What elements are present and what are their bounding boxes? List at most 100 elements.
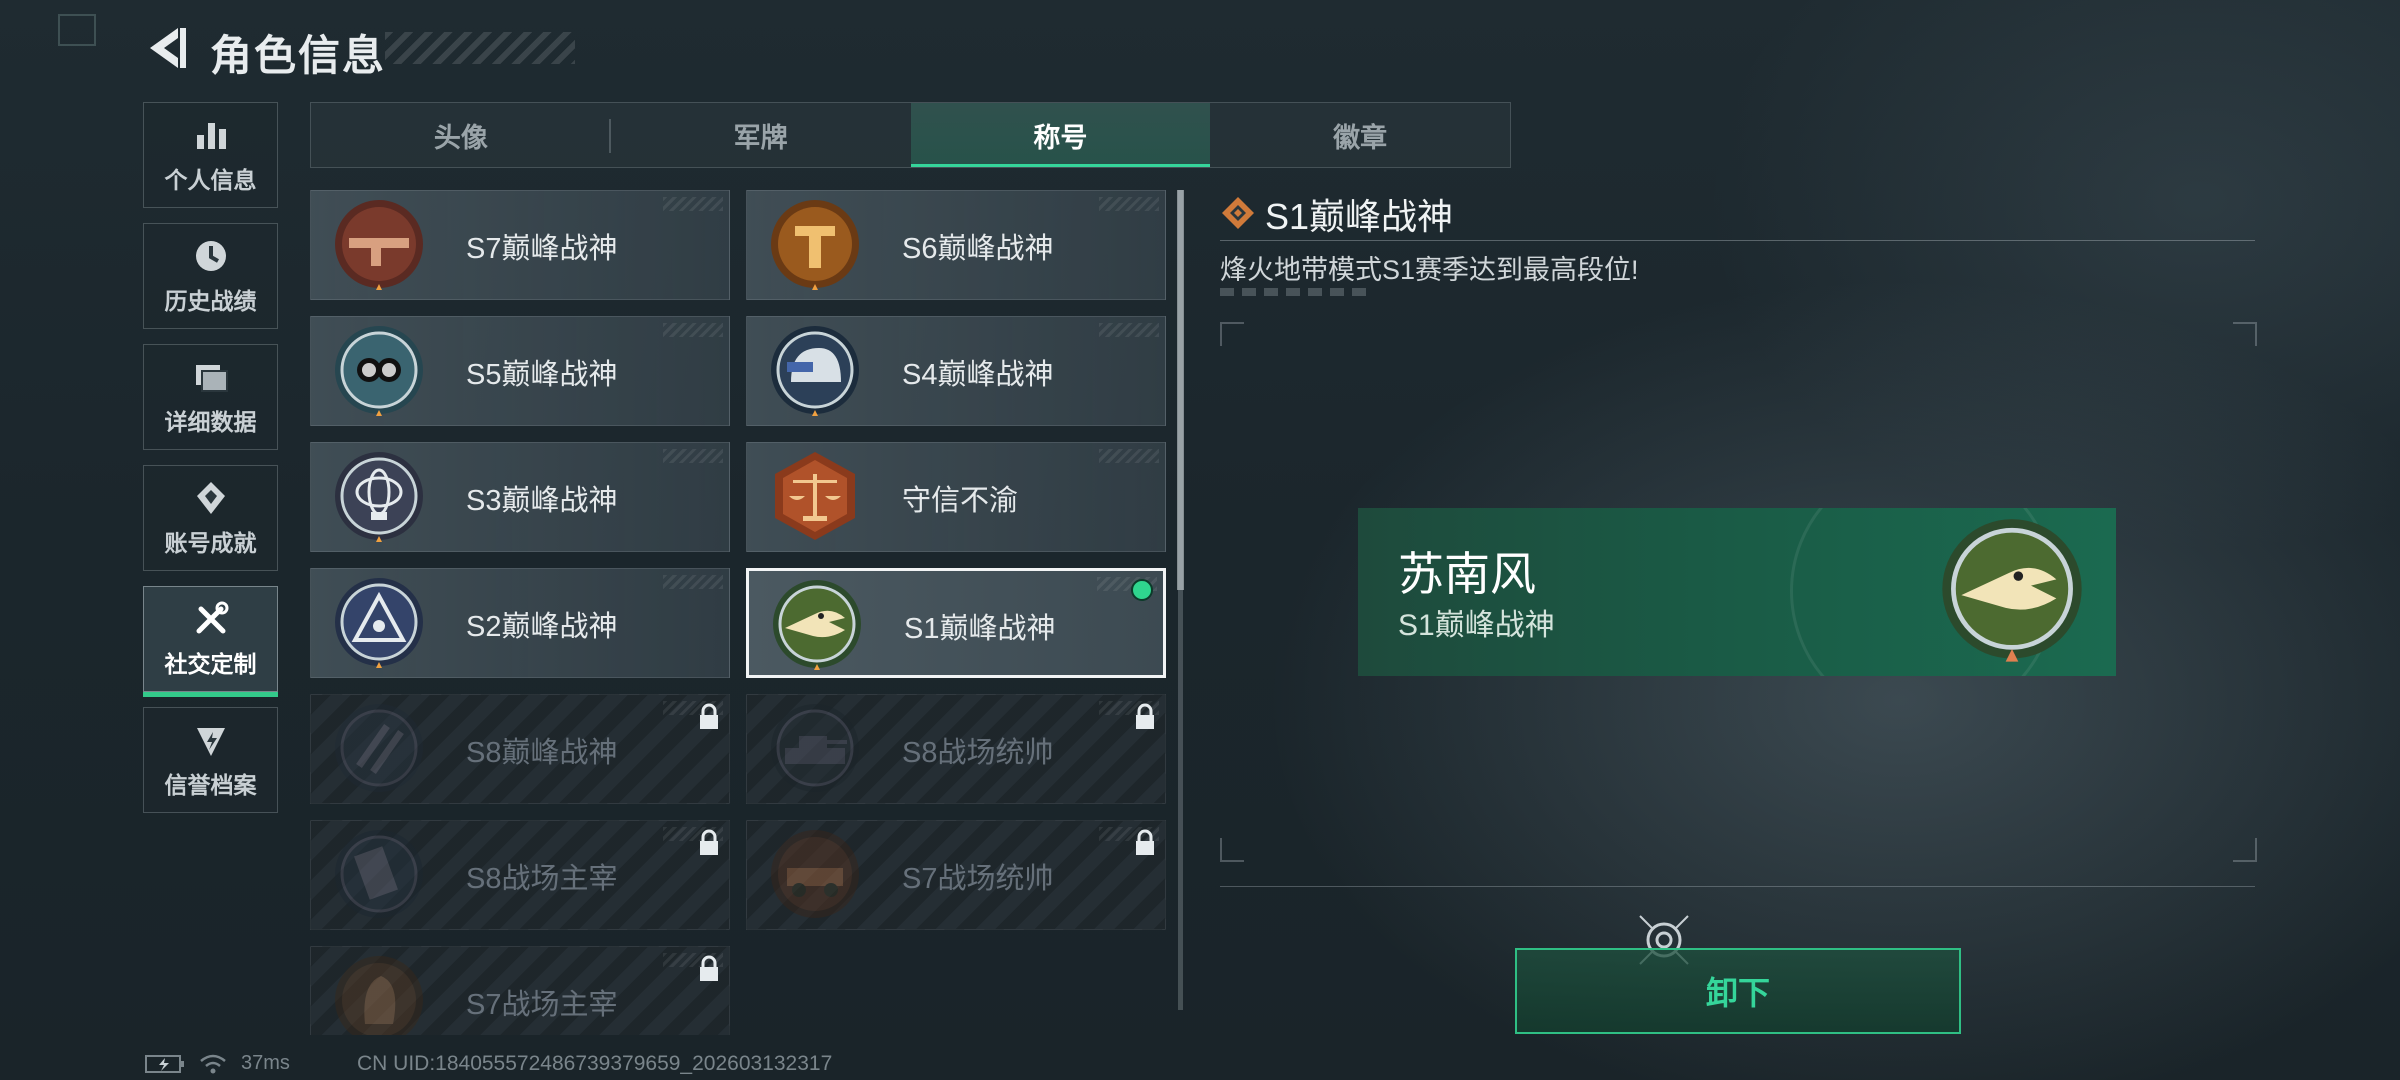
tab-dogtag[interactable]: 军牌 bbox=[611, 103, 911, 167]
triangle-emblem-icon bbox=[335, 578, 423, 668]
building-emblem-icon bbox=[335, 830, 423, 918]
preview-title: S1巅峰战神 bbox=[1398, 609, 1555, 642]
lock-icon bbox=[700, 955, 718, 981]
helmet-emblem-icon bbox=[771, 326, 859, 416]
detail-decoration bbox=[1220, 288, 1370, 296]
player-name: 苏南风 bbox=[1398, 548, 1536, 600]
divider bbox=[1220, 240, 2255, 241]
lock-icon bbox=[1136, 703, 1154, 729]
nav-item-detailed-data[interactable]: 详细数据 bbox=[143, 344, 278, 450]
title-label: S5巅峰战神 bbox=[466, 359, 618, 391]
title-label: S3巅峰战神 bbox=[466, 485, 618, 517]
diamond-icon bbox=[1222, 197, 1254, 229]
divider bbox=[1220, 886, 2255, 887]
diving-mask-emblem-icon bbox=[335, 326, 423, 416]
ping-value: 37ms bbox=[241, 1052, 290, 1074]
nav-label: 社交定制 bbox=[164, 651, 257, 677]
tab-label: 徽章 bbox=[1333, 122, 1388, 153]
title-card-selected[interactable]: S1巅峰战神 bbox=[746, 568, 1166, 678]
tab-label: 头像 bbox=[433, 122, 488, 153]
title-card-locked[interactable]: S7战场统帅 bbox=[746, 820, 1166, 930]
title-card-locked[interactable]: S8战场主宰 bbox=[310, 820, 730, 930]
tools-icon bbox=[196, 601, 228, 634]
title-card-locked[interactable]: S7战场主宰 bbox=[310, 946, 730, 1035]
soldier-emblem-icon bbox=[335, 956, 423, 1035]
title-label: S7战场主宰 bbox=[466, 989, 618, 1021]
frame-corner bbox=[1220, 322, 1244, 346]
crocodile-emblem-icon bbox=[1942, 519, 2082, 662]
title-label: S8战场统帅 bbox=[902, 737, 1054, 769]
user-uid: CN UID:18405557248673937965​9_2026031323… bbox=[357, 1052, 833, 1075]
title-label: S1巅峰战神 bbox=[904, 613, 1056, 645]
title-decoration bbox=[385, 32, 575, 64]
title-card-locked[interactable]: S8巅峰战神 bbox=[310, 694, 730, 804]
title-card[interactable]: S7巅峰战神 bbox=[310, 190, 730, 300]
title-label: S7战场统帅 bbox=[902, 863, 1054, 895]
corner-decoration bbox=[58, 14, 96, 46]
armillary-emblem-icon bbox=[335, 452, 423, 542]
tab-title[interactable]: 称号 bbox=[910, 103, 1211, 167]
detail-description: 烽火地带模式S1赛季达到最高段位! bbox=[1220, 255, 1639, 285]
scrollbar-thumb[interactable] bbox=[1177, 190, 1184, 590]
title-grid: S7巅峰战神 S6巅峰战神 S5巅峰战神 S4巅峰战神 S3巅峰战神 守信不渝 … bbox=[310, 190, 1166, 1035]
credit-badge-icon bbox=[196, 728, 225, 756]
nav-item-personal-info[interactable]: 个人信息 bbox=[143, 102, 278, 208]
tab-bar: 头像 军牌 称号 徽章 bbox=[310, 102, 1511, 168]
title-card[interactable]: S5巅峰战神 bbox=[310, 316, 730, 426]
title-card[interactable]: S3巅峰战神 bbox=[310, 442, 730, 552]
slash-emblem-icon bbox=[335, 704, 423, 792]
back-arrow-icon bbox=[150, 28, 186, 68]
nav-label: 信誉档案 bbox=[164, 772, 257, 798]
vehicle-emblem-icon bbox=[771, 830, 859, 918]
nav-item-credit[interactable]: 信誉档案 bbox=[143, 707, 278, 813]
title-label: S2巅峰战神 bbox=[466, 611, 618, 643]
lock-icon bbox=[700, 829, 718, 855]
tab-label: 军牌 bbox=[733, 122, 788, 153]
history-clock-icon bbox=[195, 241, 226, 271]
tank-emblem-icon bbox=[771, 704, 859, 792]
title-label: S7巅峰战神 bbox=[466, 233, 618, 265]
title-label: S4巅峰战神 bbox=[902, 359, 1054, 391]
t-shield-emblem-icon bbox=[771, 200, 859, 290]
nav-label: 历史战绩 bbox=[164, 288, 257, 314]
nav-item-achievements[interactable]: 账号成就 bbox=[143, 465, 278, 571]
nav-item-history[interactable]: 历史战绩 bbox=[143, 223, 278, 329]
scales-emblem-icon bbox=[775, 452, 855, 540]
title-preview-card: 苏南风 S1巅峰战神 bbox=[1358, 508, 2116, 676]
wifi-icon bbox=[200, 1054, 226, 1073]
title-card[interactable]: S2巅峰战神 bbox=[310, 568, 730, 678]
tab-label: 称号 bbox=[1033, 122, 1088, 153]
folder-icon bbox=[195, 365, 228, 392]
page-title: 角色信息 bbox=[210, 32, 387, 79]
achievement-icon bbox=[196, 482, 225, 514]
side-nav: 个人信息 历史战绩 详细数据 账号成就 社交定制 信誉档案 bbox=[143, 102, 280, 828]
bar-chart-icon bbox=[196, 123, 226, 149]
title-card[interactable]: 守信不渝 bbox=[746, 442, 1166, 552]
nav-label: 详细数据 bbox=[164, 409, 257, 435]
frame-corner bbox=[1220, 838, 1244, 862]
weapon-emblem-icon bbox=[335, 200, 423, 290]
nav-label: 账号成就 bbox=[164, 530, 257, 556]
status-bar: 37ms bbox=[145, 1052, 290, 1075]
lock-icon bbox=[1136, 829, 1154, 855]
battery-icon bbox=[145, 1054, 184, 1073]
crocodile-emblem-icon bbox=[773, 580, 861, 670]
lock-icon bbox=[700, 703, 718, 729]
frame-corner bbox=[2233, 838, 2257, 862]
nav-label: 个人信息 bbox=[164, 167, 257, 193]
nav-item-social-custom[interactable]: 社交定制 bbox=[143, 586, 278, 697]
title-card-locked[interactable]: S8战场统帅 bbox=[746, 694, 1166, 804]
equipped-indicator bbox=[1131, 579, 1153, 601]
title-label: S8巅峰战神 bbox=[466, 737, 618, 769]
tab-avatar[interactable]: 头像 bbox=[311, 103, 611, 167]
title-label: S6巅峰战神 bbox=[902, 233, 1054, 265]
title-label: 守信不渝 bbox=[902, 485, 1019, 517]
unequip-button[interactable]: 卸下 bbox=[1515, 948, 1961, 1034]
title-card[interactable]: S6巅峰战神 bbox=[746, 190, 1166, 300]
tab-badge[interactable]: 徽章 bbox=[1210, 103, 1510, 167]
title-label: S8战场主宰 bbox=[466, 863, 618, 895]
frame-corner bbox=[2233, 322, 2257, 346]
detail-title: S1巅峰战神 bbox=[1265, 196, 1454, 237]
title-card[interactable]: S4巅峰战神 bbox=[746, 316, 1166, 426]
back-button[interactable] bbox=[140, 22, 192, 74]
